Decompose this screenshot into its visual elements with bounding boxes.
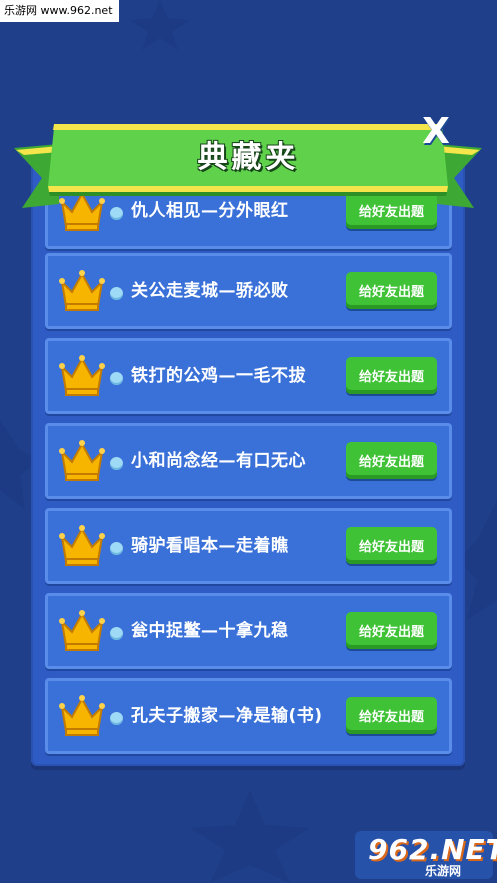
challenge-friend-button[interactable]: 给好友出题	[346, 697, 437, 734]
idiom-text: 骑驴看唱本—走着瞧	[131, 536, 289, 556]
idiom-text: 瓮中捉鳖—十拿九稳	[131, 621, 289, 641]
challenge-friend-button[interactable]: 给好友出题	[346, 357, 437, 394]
crown-icon	[59, 270, 105, 311]
bullet-dot-icon	[110, 287, 123, 300]
site-watermark: 乐游网 www.962.net	[0, 0, 119, 22]
bullet-dot-icon	[110, 457, 123, 470]
list-item: 关公走麦城—骄必败 给好友出题	[45, 253, 452, 329]
bullet-dot-icon	[110, 712, 123, 725]
background-star-icon	[190, 790, 310, 883]
list-item: 铁打的公鸡—一毛不拔 给好友出题	[45, 338, 452, 414]
logo-sub-text: 乐游网	[425, 864, 462, 878]
bullet-dot-icon	[110, 627, 123, 640]
crown-icon	[59, 440, 105, 481]
close-icon: X	[422, 111, 450, 152]
idiom-text: 关公走麦城—骄必败	[131, 281, 289, 301]
background-star-icon	[130, 0, 190, 50]
bullet-dot-icon	[110, 542, 123, 555]
challenge-friend-button[interactable]: 给好友出题	[346, 612, 437, 649]
crown-icon	[59, 355, 105, 396]
crown-icon	[59, 525, 105, 566]
crown-icon	[59, 610, 105, 651]
challenge-friend-button[interactable]: 给好友出题	[346, 442, 437, 479]
challenge-friend-button[interactable]: 给好友出题	[346, 272, 437, 309]
list-item: 瓮中捉鳖—十拿九稳 给好友出题	[45, 593, 452, 669]
challenge-friend-button[interactable]: 给好友出题	[346, 527, 437, 564]
close-button[interactable]: X	[418, 112, 454, 152]
idiom-text: 孔夫子搬家—净是输(书)	[131, 706, 323, 726]
idiom-text: 铁打的公鸡—一毛不拔	[131, 366, 306, 386]
list-item: 小和尚念经—有口无心 给好友出题	[45, 423, 452, 499]
list-item: 孔夫子搬家—净是输(书) 给好友出题	[45, 678, 452, 754]
bullet-dot-icon	[110, 372, 123, 385]
crown-icon	[59, 695, 105, 736]
idiom-text: 小和尚念经—有口无心	[131, 451, 306, 471]
list-item: 骑驴看唱本—走着瞧 给好友出题	[45, 508, 452, 584]
